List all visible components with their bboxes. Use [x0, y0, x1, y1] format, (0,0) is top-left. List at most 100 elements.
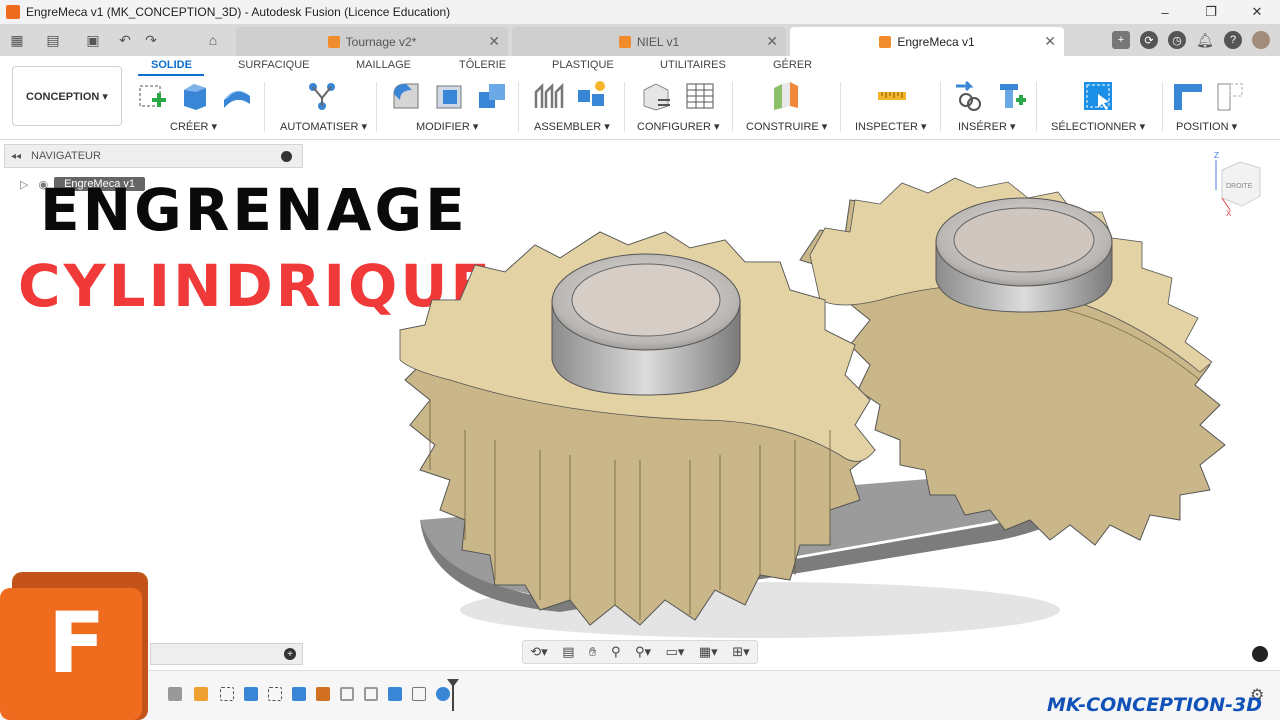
document-tab-bar: ▦ ▤ ▣ ↶ ↷ ⌂ Tournage v2* ✕ NIEL v1 ✕ Eng…: [0, 24, 1280, 56]
file-icon[interactable]: ▤: [40, 27, 66, 53]
tab-tournage[interactable]: Tournage v2* ✕: [236, 27, 508, 56]
close-tab-icon[interactable]: ✕: [766, 33, 778, 50]
combine-icon[interactable]: [476, 80, 508, 112]
tab-tolerie[interactable]: TÔLERIE: [459, 59, 506, 71]
design-cube-icon: [327, 35, 340, 48]
new-component-icon[interactable]: [576, 80, 608, 112]
configure-icon[interactable]: [640, 80, 672, 112]
timeline-fillet-icon[interactable]: [436, 687, 450, 701]
timeline-component-icon[interactable]: [194, 687, 208, 701]
insert-link-icon[interactable]: [952, 80, 984, 112]
canvas-viewport[interactable]: [300, 140, 1280, 670]
expand-arrow-icon[interactable]: ▷: [20, 178, 28, 191]
minimize-button[interactable]: –: [1142, 0, 1188, 24]
extrude-icon[interactable]: [178, 80, 210, 112]
close-window-button[interactable]: ✕: [1234, 0, 1280, 24]
zoom-icon[interactable]: ⚲: [611, 644, 621, 660]
revolve-icon[interactable]: [220, 80, 252, 112]
orbit-icon[interactable]: ⟲▾: [530, 644, 547, 660]
group-construire[interactable]: CONSTRUIRE ▾: [746, 120, 827, 133]
position-icon[interactable]: [1172, 80, 1204, 112]
table-icon[interactable]: [684, 80, 716, 112]
tab-engremeca[interactable]: EngreMeca v1 ✕: [790, 27, 1064, 56]
select-icon[interactable]: [1082, 80, 1114, 112]
joint-icon[interactable]: [532, 80, 564, 112]
hub-left: [551, 253, 741, 396]
shell-icon[interactable]: [434, 80, 466, 112]
channel-watermark: MK-CONCEPTION-3D: [1047, 694, 1262, 716]
capture-position-icon[interactable]: [1214, 80, 1246, 112]
measure-icon[interactable]: [876, 80, 908, 112]
construction-plane-icon[interactable]: [770, 80, 802, 112]
group-modifier[interactable]: MODIFIER ▾: [416, 120, 478, 133]
timeline-joint-icon[interactable]: [364, 687, 378, 701]
viewport-nav-bar: ⟲▾ ▤ ✋︎ ⚲ ⚲▾ ▭▾ ▦▾ ⊞▾: [522, 640, 758, 664]
tab-gerer[interactable]: GÉRER: [773, 59, 812, 71]
redo-icon[interactable]: ↷: [138, 27, 164, 53]
toolbar-ribbon: CONCEPTION ▾ SOLIDE SURFACIQUE MAILLAGE …: [0, 56, 1280, 140]
save-icon[interactable]: ▣: [80, 27, 106, 53]
timeline-sketch-icon[interactable]: [220, 687, 234, 701]
group-creer[interactable]: CRÉER ▾: [170, 120, 217, 133]
group-inserer[interactable]: INSÉRER ▾: [958, 120, 1015, 133]
group-assembler[interactable]: ASSEMBLER ▾: [534, 120, 610, 133]
notification-icon[interactable]: 🔔︎: [1196, 31, 1214, 49]
insert-bolt-icon[interactable]: [996, 80, 1028, 112]
hub-right: [935, 197, 1113, 313]
axis-x-label: X: [1226, 209, 1232, 216]
tab-plastique[interactable]: PLASTIQUE: [552, 59, 614, 71]
navigator-title: NAVIGATEUR: [31, 150, 101, 162]
timeline-sketch-icon[interactable]: [268, 687, 282, 701]
new-tab-icon[interactable]: +: [1112, 31, 1130, 49]
sync-icon[interactable]: ⟳: [1140, 31, 1158, 49]
app-grid-icon[interactable]: ▦: [4, 27, 30, 53]
grid-settings-icon[interactable]: ▦▾: [699, 644, 718, 660]
tab-surfacique[interactable]: SURFACIQUE: [238, 59, 310, 71]
close-tab-icon[interactable]: ✕: [488, 33, 500, 50]
pan-icon[interactable]: ✋︎: [589, 644, 596, 660]
browser-panel-header[interactable]: ◂◂ NAVIGATEUR: [4, 144, 303, 168]
automate-icon[interactable]: [306, 80, 338, 112]
comments-panel[interactable]: +: [150, 643, 303, 665]
avatar[interactable]: [1252, 31, 1270, 49]
undo-icon[interactable]: ↶: [112, 27, 138, 53]
look-at-icon[interactable]: ▤: [562, 644, 574, 660]
timeline-plane-icon[interactable]: [388, 687, 402, 701]
timeline-marker-head[interactable]: [447, 679, 459, 687]
help-icon[interactable]: ?: [1224, 31, 1242, 49]
group-automatiser[interactable]: AUTOMATISER ▾: [280, 120, 367, 133]
tab-niel[interactable]: NIEL v1 ✕: [512, 27, 786, 56]
tab-utilitaires[interactable]: UTILITAIRES: [660, 59, 726, 71]
viewports-icon[interactable]: ⊞▾: [732, 644, 749, 660]
timeline-joint-icon[interactable]: [316, 687, 330, 701]
display-settings-icon[interactable]: ▭▾: [666, 644, 685, 660]
group-inspecter[interactable]: INSPECTER ▾: [855, 120, 927, 133]
design-cube-icon: [879, 35, 892, 48]
close-tab-icon[interactable]: ✕: [1044, 33, 1056, 50]
active-tab-indicator: [138, 74, 204, 76]
panel-minus-icon[interactable]: [281, 150, 292, 162]
fillet-icon[interactable]: [390, 80, 422, 112]
create-sketch-icon[interactable]: [136, 80, 168, 112]
group-configurer[interactable]: CONFIGURER ▾: [637, 120, 720, 133]
timeline-joint-icon[interactable]: [340, 687, 354, 701]
group-selectionner[interactable]: SÉLECTIONNER ▾: [1051, 120, 1145, 133]
fit-icon[interactable]: ⚲▾: [635, 644, 651, 660]
fusion-logo: F: [0, 572, 148, 720]
group-position[interactable]: POSITION ▾: [1176, 120, 1237, 133]
collapse-icon[interactable]: ◂◂: [11, 151, 21, 162]
timeline-sketch-icon[interactable]: [412, 687, 426, 701]
tab-solide[interactable]: SOLIDE: [151, 59, 192, 71]
maximize-button[interactable]: ❐: [1188, 0, 1234, 24]
design-cube-icon: [618, 35, 631, 48]
timeline-extrude-icon[interactable]: [292, 687, 306, 701]
home-icon[interactable]: ⌂: [200, 27, 226, 53]
tab-maillage[interactable]: MAILLAGE: [356, 59, 411, 71]
chat-icon[interactable]: [1252, 646, 1268, 662]
workspace-switcher[interactable]: CONCEPTION ▾: [12, 66, 122, 126]
timeline-extrude-icon[interactable]: [244, 687, 258, 701]
view-cube[interactable]: Z DROITE X: [1212, 150, 1268, 216]
job-status-icon[interactable]: ◷: [1168, 31, 1186, 49]
timeline-sketch-icon[interactable]: [168, 687, 182, 701]
add-comment-icon[interactable]: +: [284, 648, 296, 660]
